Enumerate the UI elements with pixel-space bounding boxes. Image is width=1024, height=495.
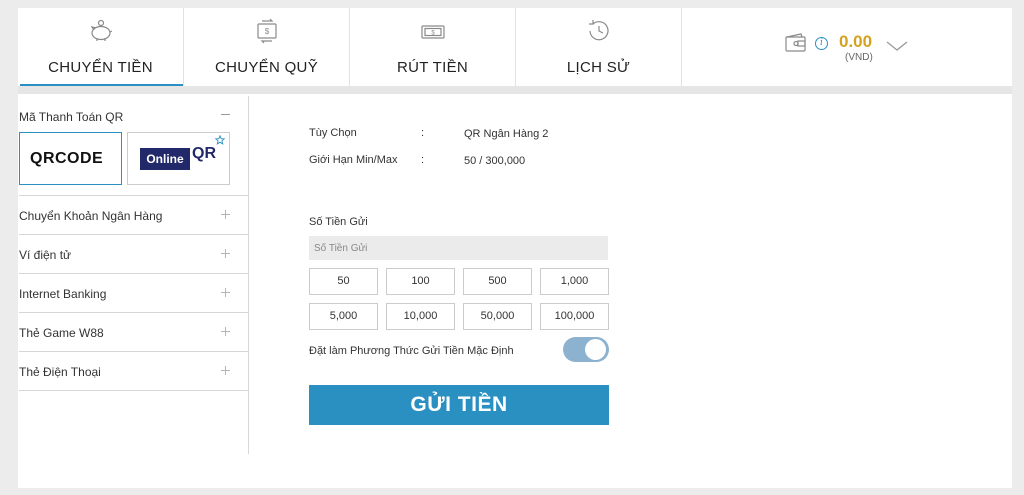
tab-lich-su[interactable]: LỊCH SỬ — [516, 8, 682, 86]
online-qr-option[interactable]: Online QR — [127, 132, 230, 185]
quick-amount-button[interactable]: 50,000 — [463, 303, 532, 330]
minus-icon[interactable] — [221, 114, 230, 115]
tab-label: CHUYỂN TIỀN — [48, 59, 153, 76]
header-divider — [18, 86, 1012, 94]
limit-separator: : — [421, 154, 425, 166]
plus-icon — [221, 210, 230, 219]
cash-icon: $ — [420, 25, 445, 39]
qr-options: QRCODE Online QR — [19, 130, 248, 196]
star-icon — [215, 135, 225, 145]
qrcode-logo-text: QRCODE — [30, 150, 104, 167]
menu-section-qr[interactable]: Mã Thanh Toán QR — [19, 100, 248, 130]
piggy-bank-icon — [90, 19, 112, 41]
amount-label: Số Tiền Gửi — [309, 216, 368, 228]
qrcode-option[interactable]: QRCODE — [19, 132, 122, 185]
quick-amount-button[interactable]: 100 — [386, 268, 455, 295]
menu-item-label: Thẻ Điện Thoại — [19, 365, 101, 379]
submit-deposit-button[interactable]: GỬI TIỀN — [309, 385, 609, 425]
menu-item-phone-card[interactable]: Thẻ Điện Thoại — [19, 352, 248, 391]
menu-item-e-wallet[interactable]: Ví điện tử — [19, 235, 248, 274]
limit-label: Giới Hạn Min/Max — [309, 154, 398, 166]
default-method-label: Đặt làm Phương Thức Gửi Tiền Mặc Định — [309, 345, 514, 357]
payment-method-menu: Mã Thanh Toán QR QRCODE Online QR Chuyển… — [19, 100, 248, 391]
menu-item-bank-transfer[interactable]: Chuyển Khoản Ngân Hàng — [19, 196, 248, 235]
qr-logo-text: QR — [192, 145, 216, 162]
menu-item-internet-banking[interactable]: Internet Banking — [19, 274, 248, 313]
wallet-balance: 0.00 — [839, 32, 873, 51]
menu-section-label: Mã Thanh Toán QR — [19, 110, 124, 124]
svg-text:$: $ — [264, 27, 269, 36]
quick-amount-button[interactable]: 50 — [309, 268, 378, 295]
quick-amount-button[interactable]: 500 — [463, 268, 532, 295]
tab-rut-tien[interactable]: $ RÚT TIỀN — [350, 8, 516, 86]
quick-amount-button[interactable]: 5,000 — [309, 303, 378, 330]
option-separator: : — [421, 127, 425, 139]
quick-amount-button[interactable]: 1,000 — [540, 268, 609, 295]
default-method-toggle[interactable] — [563, 337, 609, 362]
tab-label: RÚT TIỀN — [396, 59, 469, 76]
plus-icon — [221, 366, 230, 375]
tab-chuyen-tien[interactable]: CHUYỂN TIỀN — [18, 8, 184, 87]
transfer-icon: $ — [256, 18, 277, 44]
online-logo-text: Online — [140, 148, 190, 170]
quick-amount-button[interactable]: 100,000 — [540, 303, 609, 330]
plus-icon — [221, 249, 230, 258]
wallet-currency: (VND) — [845, 52, 873, 63]
limit-value: 50 / 300,000 — [464, 155, 526, 167]
menu-item-label: Chuyển Khoản Ngân Hàng — [19, 209, 163, 223]
amount-input[interactable] — [309, 236, 608, 260]
toggle-knob — [585, 339, 606, 360]
menu-item-label: Ví điện tử — [19, 248, 72, 262]
tab-label: LỊCH SỬ — [566, 59, 631, 76]
quick-amount-button[interactable]: 10,000 — [386, 303, 455, 330]
wallet-icon — [785, 33, 806, 52]
tab-chuyen-quy[interactable]: $ CHUYỂN QUỸ — [184, 8, 350, 86]
history-icon — [588, 20, 609, 41]
chevron-down-icon[interactable] — [885, 40, 909, 52]
menu-divider — [248, 96, 249, 454]
option-value: QR Ngân Hàng 2 — [464, 128, 549, 140]
tab-label: CHUYỂN QUỸ — [214, 59, 318, 76]
menu-item-game-card[interactable]: Thẻ Game W88 — [19, 313, 248, 352]
plus-icon — [221, 327, 230, 336]
option-label: Tùy Chọn — [309, 127, 357, 139]
menu-item-label: Internet Banking — [19, 287, 107, 301]
plus-icon — [221, 288, 230, 297]
menu-item-label: Thẻ Game W88 — [19, 326, 104, 340]
info-icon[interactable]: i — [815, 37, 828, 50]
